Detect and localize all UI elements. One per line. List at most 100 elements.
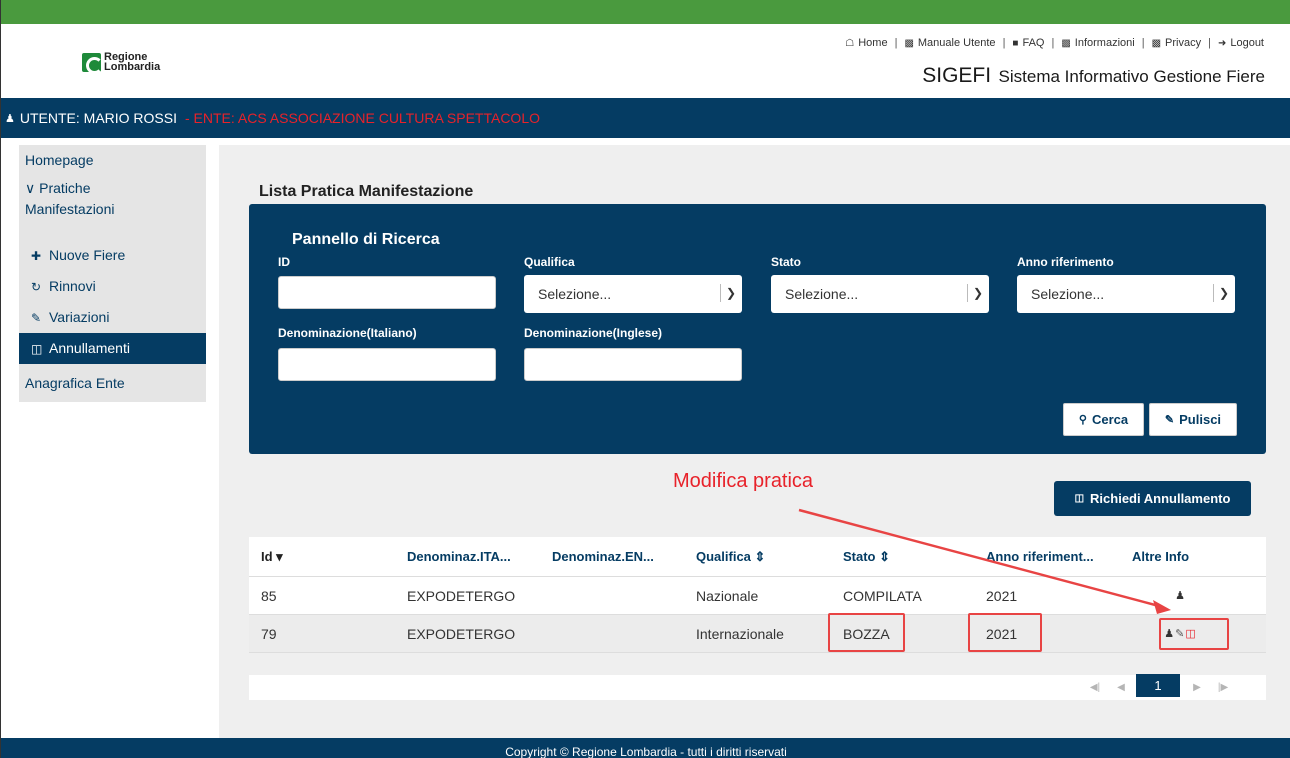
logo[interactable]: Regione Lombardia — [82, 52, 161, 74]
cell-anno: 2021 — [986, 587, 1018, 604]
page-title: Lista Pratica Manifestazione — [259, 183, 474, 200]
sidebar: Homepage ∨ Pratiche Manifestazioni ✚ Nuov… — [19, 145, 206, 402]
stato-select[interactable]: Selezione... ❯ — [771, 275, 989, 313]
chevron-down-icon: ∨ — [25, 180, 36, 196]
app-name: SIGEFI — [922, 64, 992, 87]
search-panel: Pannello di Ricerca ID Qualifica Selezio… — [249, 204, 1266, 454]
anno-label: Anno riferimento — [1017, 255, 1114, 269]
logout-icon: ➜ — [1217, 37, 1227, 49]
chevron-down-icon: ❯ — [967, 284, 983, 302]
user-icon: ♟ — [5, 112, 15, 125]
main-content: Lista Pratica Manifestazione Pannello di… — [219, 145, 1290, 738]
app-title: SIGEFI Sistema Informativo Gestione Fier… — [922, 64, 1265, 88]
sidebar-item-pratiche[interactable]: ∨ Pratiche Manifestazioni — [19, 176, 206, 240]
sidebar-item-rinnovi[interactable]: ↻ Rinnovi — [19, 271, 206, 302]
regione-lombardia-logo-icon — [82, 52, 103, 74]
id-label: ID — [278, 255, 290, 269]
next-page-icon[interactable]: ▶ — [1189, 675, 1205, 700]
stato-value: Selezione... — [785, 286, 859, 302]
col-qualifica[interactable]: Qualifica ⇕ — [684, 549, 831, 565]
highlight-stato — [828, 613, 905, 652]
chevron-down-icon: ❯ — [720, 284, 736, 302]
den-it-label: Denominazione(Italiano) — [278, 326, 417, 340]
anno-select[interactable]: Selezione... ❯ — [1017, 275, 1235, 313]
document-icon: ▩ — [1061, 37, 1071, 49]
table-row[interactable]: 85 EXPODETERGO Nazionale COMPILATA 2021 … — [249, 577, 1266, 615]
home-icon: ☖ — [845, 37, 855, 49]
col-stato[interactable]: Stato ⇕ — [831, 549, 974, 565]
highlight-actions — [1159, 618, 1229, 650]
cell-id: 79 — [261, 625, 277, 642]
top-green-bar — [1, 0, 1290, 24]
plus-icon: ✚ — [31, 249, 42, 263]
annotation-label: Modifica pratica — [673, 470, 814, 492]
cell-stato: COMPILATA — [843, 587, 922, 604]
page: Regione Lombardia ☖ Home | ▩ Manuale Utent… — [0, 0, 1290, 758]
eraser-icon: ✎ — [1164, 414, 1175, 426]
link-logout[interactable]: ➜ Logout — [1218, 37, 1264, 49]
sidebar-item-anagrafica[interactable]: Anagrafica Ente — [19, 364, 206, 402]
cell-den-ita: EXPODETERGO — [407, 625, 516, 642]
trash-icon: ◫ — [1074, 493, 1085, 504]
document-icon: ▩ — [904, 37, 914, 49]
first-page-icon[interactable]: ◀| — [1087, 675, 1103, 700]
document-icon: ▩ — [1151, 37, 1162, 49]
sidebar-item-variazioni[interactable]: ✎ Variazioni — [19, 302, 206, 333]
col-id[interactable]: Id ▾ — [249, 549, 395, 565]
link-privacy[interactable]: ▩ Privacy — [1152, 37, 1202, 49]
last-page-icon[interactable]: |▶ — [1215, 675, 1231, 700]
sidebar-item-homepage[interactable]: Homepage — [19, 145, 206, 176]
den-en-input[interactable] — [524, 348, 742, 381]
pulisci-button[interactable]: ✎ Pulisci — [1149, 403, 1237, 436]
search-panel-title: Pannello di Ricerca — [292, 231, 440, 248]
richiedi-annullamento-button[interactable]: ◫ Richiedi Annullamento — [1054, 481, 1251, 516]
cell-altre-info: ♟ — [1120, 589, 1266, 602]
results-table: Id ▾ Denominaz.ITA... Denominaz.EN... Qu… — [249, 537, 1266, 653]
search-icon: ⚲ — [1078, 414, 1087, 426]
id-input[interactable] — [278, 276, 496, 309]
stato-label: Stato — [771, 255, 801, 269]
pratiche-label-1: Pratiche — [39, 180, 91, 196]
footer: Copyright © Regione Lombardia - tutti i … — [1, 738, 1290, 758]
logo-line2: Lombardia — [104, 61, 161, 73]
col-den-en[interactable]: Denominaz.EN... — [540, 549, 684, 564]
refresh-icon: ↻ — [31, 280, 42, 294]
col-den-ita[interactable]: Denominaz.ITA... — [395, 549, 540, 564]
table-row[interactable]: 79 EXPODETERGO Internazionale BOZZA 2021… — [249, 615, 1266, 653]
pratiche-label-2: Manifestazioni — [25, 201, 115, 217]
header: Regione Lombardia ☖ Home | ▩ Manuale Utent… — [1, 24, 1290, 98]
link-manuale[interactable]: ▩ Manuale Utente — [904, 37, 995, 49]
pencil-icon: ✎ — [31, 311, 42, 325]
col-altre-info: Altre Info — [1132, 549, 1190, 564]
sidebar-item-annullamenti[interactable]: ◫ Annullamenti — [19, 333, 206, 364]
den-en-label: Denominazione(Inglese) — [524, 326, 663, 340]
faq-icon: ■ — [1012, 37, 1019, 49]
cell-qualifica: Internazionale — [696, 625, 784, 642]
chevron-down-icon: ❯ — [1213, 284, 1229, 302]
cerca-button[interactable]: ⚲ Cerca — [1063, 403, 1144, 436]
link-home[interactable]: ☖ Home — [845, 37, 887, 49]
trash-icon: ◫ — [31, 342, 43, 356]
current-page[interactable]: 1 — [1136, 674, 1180, 697]
user-icon[interactable]: ♟ — [1175, 590, 1185, 602]
prev-page-icon[interactable]: ◀ — [1113, 675, 1129, 700]
user-name: UTENTE: MARIO ROSSI — [19, 110, 177, 126]
sidebar-submenu: ✚ Nuove Fiere ↻ Rinnovi ✎ Variazioni ◫ Annul… — [19, 240, 206, 364]
den-it-input[interactable] — [278, 348, 496, 381]
link-faq[interactable]: ■ FAQ — [1012, 37, 1044, 49]
cell-qualifica: Nazionale — [696, 587, 759, 604]
qualifica-label: Qualifica — [524, 255, 575, 269]
cell-id: 85 — [261, 587, 277, 604]
highlight-anno — [968, 613, 1042, 652]
qualifica-value: Selezione... — [538, 286, 612, 302]
user-bar: ♟ UTENTE: MARIO ROSSI - ENTE: ACS ASSOCI… — [1, 98, 1290, 138]
app-subtitle: Sistema Informativo Gestione Fiere — [998, 67, 1265, 86]
sidebar-item-nuove-fiere[interactable]: ✚ Nuove Fiere — [19, 240, 206, 271]
link-informazioni[interactable]: ▩ Informazioni — [1061, 37, 1134, 49]
cell-den-ita: EXPODETERGO — [407, 587, 516, 604]
col-anno[interactable]: Anno riferiment... — [974, 549, 1120, 564]
top-links: ☖ Home | ▩ Manuale Utente | ■ FAQ | ▩ Inform… — [845, 37, 1264, 49]
table-header: Id ▾ Denominaz.ITA... Denominaz.EN... Qu… — [249, 537, 1266, 577]
anno-value: Selezione... — [1031, 286, 1105, 302]
qualifica-select[interactable]: Selezione... ❯ — [524, 275, 742, 313]
